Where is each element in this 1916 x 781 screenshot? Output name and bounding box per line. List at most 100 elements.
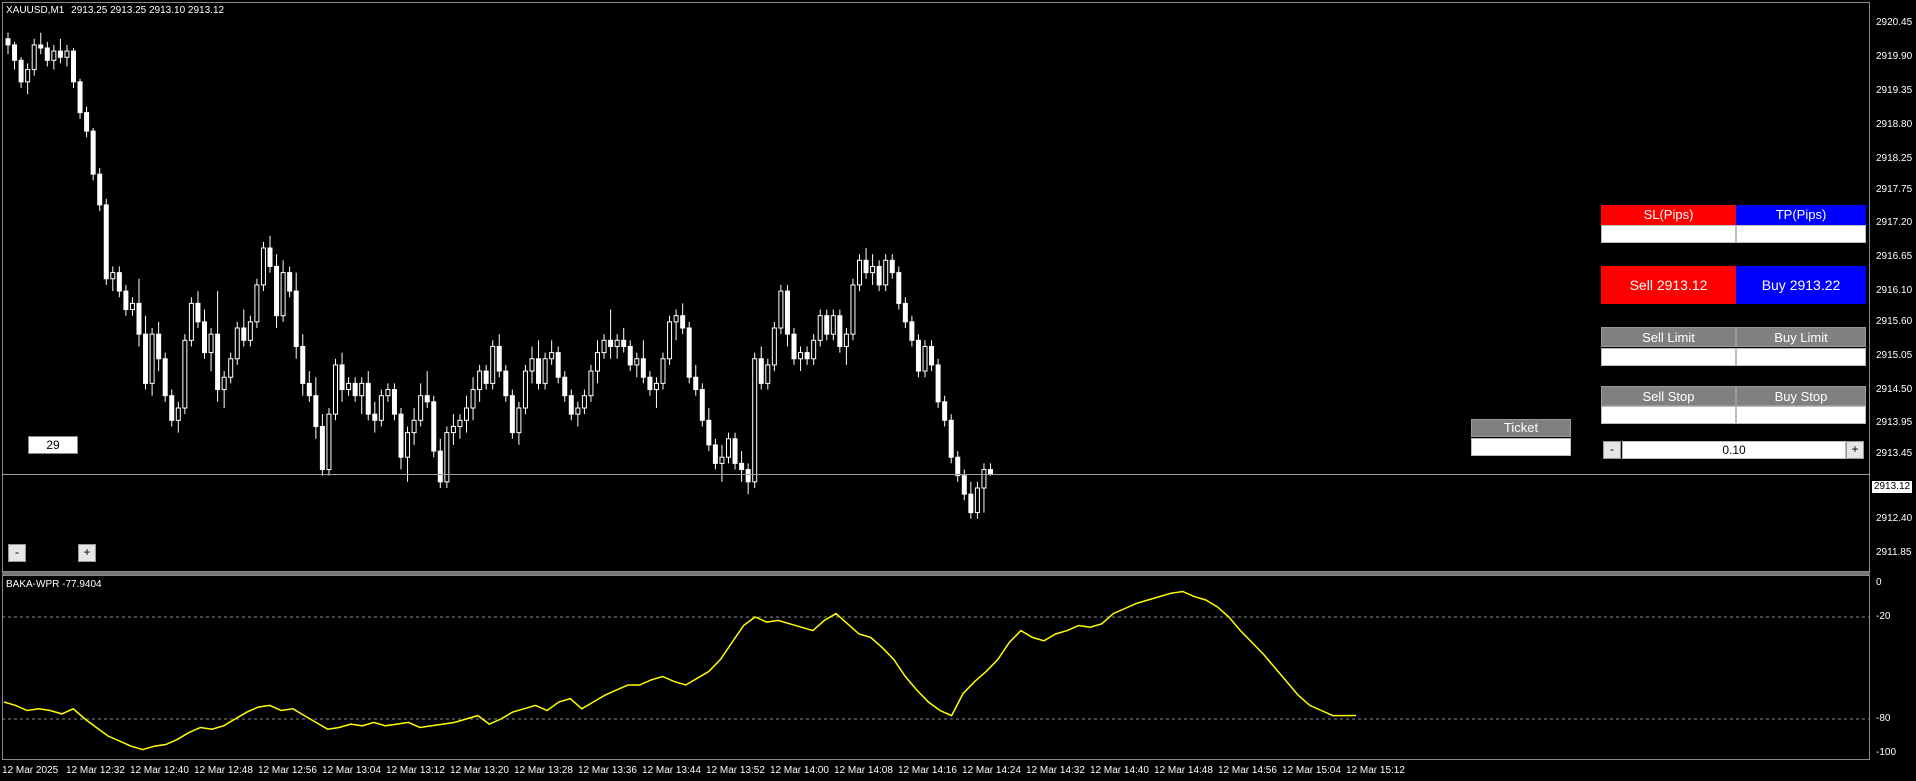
candle [411,408,417,445]
scale-value-box[interactable]: 29 [28,436,78,454]
sell-limit-input[interactable] [1601,348,1736,366]
candle [116,266,122,298]
candle [568,389,574,421]
candle [909,315,915,347]
candle [202,309,207,359]
candle [365,371,371,421]
sell-limit-button[interactable]: Sell Limit [1601,327,1736,347]
candlestick-series [2,32,1870,519]
time-tick-label: 12 Mar 14:56 [1218,765,1277,776]
candle [791,328,797,365]
candle [208,328,214,372]
candle [739,451,745,482]
candle [804,346,810,365]
lot-size-input[interactable]: 0.10 [1622,441,1846,459]
candle [509,389,515,439]
candle [352,377,358,402]
plus-icon: + [83,545,91,559]
time-tick-label: 12 Mar 12:40 [130,765,189,776]
price-tick-label: 2918.25 [1876,152,1913,164]
ticket-input[interactable] [1471,438,1571,456]
candle [798,346,804,372]
indicator-tick-label: -20 [1876,611,1891,622]
scale-plus-button[interactable]: + [78,544,96,562]
buy-limit-button[interactable]: Buy Limit [1736,327,1866,347]
candle [398,408,404,470]
candle [968,481,974,519]
candle [97,168,103,212]
candle [686,321,692,384]
price-tick-label: 2919.90 [1876,51,1913,63]
candle [765,358,771,390]
candle [562,371,568,402]
candle [444,426,450,488]
candle [503,364,509,402]
sell-market-button[interactable]: Sell 2913.12 [1601,266,1736,304]
candle [136,278,142,347]
candle [38,32,44,55]
candle [228,352,234,384]
price-tick-label: 2912.40 [1876,512,1913,524]
candle [129,297,135,316]
buy-stop-button[interactable]: Buy Stop [1736,386,1866,406]
candle [123,284,129,316]
lot-minus-button[interactable]: - [1603,441,1621,459]
candle [162,352,168,402]
candle [712,438,718,470]
candle [529,346,535,384]
price-tick-label: 2918.80 [1876,118,1913,130]
candle [378,389,384,427]
candle [680,303,686,335]
buy-market-button[interactable]: Buy 2913.22 [1736,266,1866,304]
candle [424,371,430,408]
wpr-indicator-plot [2,590,1870,751]
candle [103,198,109,285]
candle [90,128,96,181]
candle [385,383,391,402]
sell-stop-button[interactable]: Sell Stop [1601,386,1736,406]
candle [902,297,908,328]
candle [405,426,411,482]
candle [627,340,633,372]
buy-limit-input[interactable] [1736,348,1866,366]
candle [496,334,502,378]
candle [896,266,902,310]
candle [254,278,260,328]
candle [267,235,273,273]
candle [12,41,18,70]
time-tick-label: 12 Mar 13:12 [386,765,445,776]
ohlc-label: 2913.25 2913.25 2913.10 2913.12 [71,5,225,16]
candle [870,254,876,285]
lot-plus-button[interactable]: + [1846,441,1864,459]
scale-minus-button[interactable]: - [8,544,26,562]
candle [470,377,476,421]
sell-stop-input[interactable] [1601,406,1736,424]
candle [457,414,463,439]
candle [221,371,227,408]
tp-pips-input[interactable] [1736,225,1866,243]
candle [464,395,469,433]
price-tick-label: 2913.45 [1876,448,1913,460]
candle [948,414,954,464]
plus-icon: + [1851,442,1859,456]
candle [771,321,777,372]
candle [326,408,332,476]
price-tick-label: 2920.45 [1876,17,1913,29]
sl-pips-input[interactable] [1601,225,1736,243]
candle [306,371,312,402]
candle [752,352,758,488]
candle [817,309,823,347]
candle [280,260,286,322]
candle [490,340,496,390]
price-tick-label: 2913.95 [1876,417,1913,429]
buy-stop-input[interactable] [1736,406,1866,424]
candle [175,401,181,433]
candle [699,383,705,427]
candle [44,41,50,67]
candle [274,254,280,328]
candle [84,106,90,138]
candle [647,371,653,396]
time-tick-label: 12 Mar 13:20 [450,765,509,776]
time-tick-label: 12 Mar 14:08 [834,765,893,776]
candle [935,358,941,408]
